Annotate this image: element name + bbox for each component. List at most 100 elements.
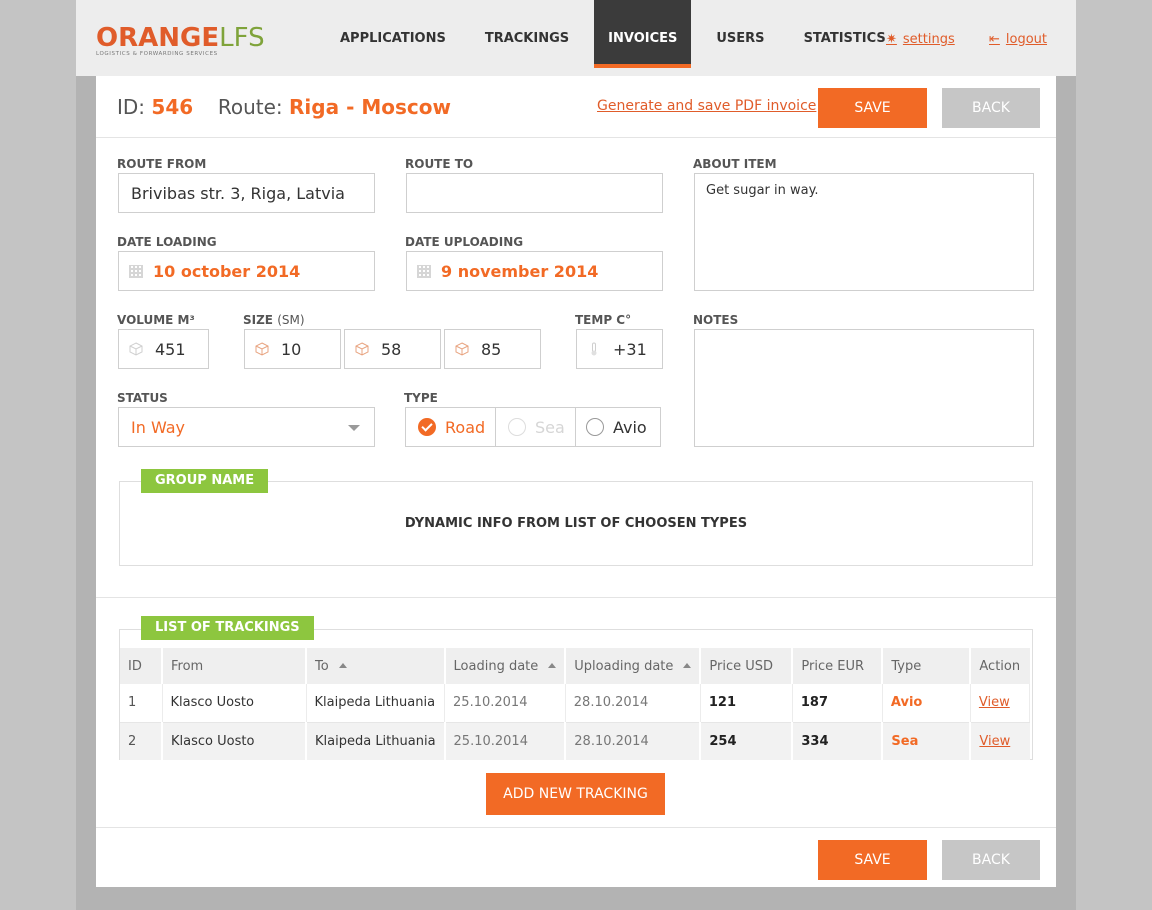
list-of-trackings-tag: LIST OF TRACKINGS [141, 616, 314, 640]
calendar-icon [417, 264, 431, 278]
radio-unchecked-icon [586, 418, 604, 436]
back-button[interactable]: BACK [942, 88, 1040, 128]
route-value: Riga - Moscow [289, 95, 451, 119]
col-loading-date[interactable]: Loading date [444, 648, 567, 684]
route-from-input[interactable]: Brivibas str. 3, Riga, Latvia [118, 173, 375, 213]
gear-icon: ✷ [886, 32, 897, 47]
col-uploading-date[interactable]: Uploading date [565, 648, 702, 684]
cell-id: 2 [120, 722, 163, 760]
radio-disabled-icon [508, 418, 526, 436]
cell-from: Klasco Uosto [162, 722, 307, 760]
type-option-sea: Sea [496, 408, 576, 446]
date-loading-label: DATE LOADING [117, 235, 217, 249]
status-select[interactable]: In Way [118, 407, 375, 447]
logo-text-lfs: LFS [219, 23, 265, 53]
nav-invoices[interactable]: INVOICES [594, 0, 692, 68]
view-link[interactable]: View [979, 695, 1010, 710]
type-radio-group: Road Sea Avio [405, 407, 661, 447]
size-value-3: 85 [481, 339, 502, 359]
size-label-text: SIZE [243, 313, 274, 327]
settings-link[interactable]: ✷ settings [886, 32, 955, 47]
background-right [1076, 0, 1152, 910]
nav-applications[interactable]: APPLICATIONS [326, 0, 460, 68]
thermometer-icon [591, 342, 597, 356]
brand-logo[interactable]: ORANGELFS LOGISTICS & FORWARDING SERVICE… [96, 24, 292, 58]
date-loading-input[interactable]: 10 october 2014 [118, 251, 375, 291]
temp-input[interactable]: +31 [576, 329, 663, 369]
col-id: ID [120, 648, 163, 684]
top-header: ORANGELFS LOGISTICS & FORWARDING SERVICE… [76, 0, 1076, 76]
size-input-2[interactable]: 58 [344, 329, 441, 369]
id-value: 546 [151, 95, 194, 119]
route-from-value: Brivibas str. 3, Riga, Latvia [131, 183, 345, 203]
section-divider [96, 597, 1056, 598]
nav-users[interactable]: USERS [702, 0, 778, 68]
type-option-road-label: Road [445, 417, 486, 437]
cube-icon [129, 342, 143, 356]
cell-price-usd: 254 [700, 722, 794, 760]
col-uploading-date-label: Uploading date [574, 658, 674, 674]
about-item-textarea[interactable]: Get sugar in way. [694, 173, 1034, 291]
route-from-label: ROUTE FROM [117, 157, 207, 171]
type-label: TYPE [404, 391, 438, 405]
background-left [0, 0, 76, 910]
nav-trackings[interactable]: TRACKINGS [471, 0, 583, 68]
main-nav: APPLICATIONS TRACKINGS INVOICES USERS ST… [326, 0, 911, 68]
size-input-3[interactable]: 85 [444, 329, 541, 369]
col-to[interactable]: To [306, 648, 446, 684]
status-value: In Way [131, 417, 186, 437]
nav-statistics[interactable]: STATISTICS [790, 0, 900, 68]
about-item-label: ABOUT ITEM [693, 157, 777, 171]
cell-action: View [970, 684, 1031, 723]
panel-footer: SAVE BACK [96, 827, 1056, 887]
size-unit: (SM) [277, 313, 305, 327]
logo-wordmark: ORANGELFS [96, 24, 265, 52]
logout-label: logout [1005, 32, 1048, 47]
group-content: DYNAMIC INFO FROM LIST OF CHOOSEN TYPES [404, 516, 748, 531]
calendar-icon [129, 264, 143, 278]
view-link[interactable]: View [979, 734, 1010, 749]
route-label: Route: [217, 95, 283, 119]
add-new-tracking-button[interactable]: ADD NEW TRACKING [486, 773, 665, 815]
size-input-1[interactable]: 10 [244, 329, 341, 369]
generate-pdf-link[interactable]: Generate and save PDF invoice [597, 98, 816, 114]
cell-price-eur: 334 [792, 722, 884, 760]
table-header-row: ID From To Loading date Uploading date P… [120, 648, 1030, 684]
volume-input[interactable]: 451 [118, 329, 209, 369]
date-uploading-input[interactable]: 9 november 2014 [406, 251, 663, 291]
volume-value: 451 [155, 339, 186, 359]
date-uploading-value: 9 november 2014 [441, 261, 599, 281]
temp-value: +31 [613, 339, 647, 359]
size-value-1: 10 [281, 339, 302, 359]
logout-link[interactable]: ⇤ logout [989, 32, 1047, 47]
col-loading-date-label: Loading date [453, 658, 539, 674]
cube-icon [255, 342, 269, 356]
cell-price-usd: 121 [700, 684, 793, 723]
settings-label: settings [902, 32, 955, 47]
page-title: ID: 546 Route: Riga - Moscow [117, 95, 451, 119]
route-to-input[interactable] [406, 173, 663, 213]
notes-textarea[interactable] [694, 329, 1034, 447]
col-price-eur: Price EUR [792, 648, 884, 684]
radio-checked-icon [418, 418, 436, 436]
invoice-panel: ID: 546 Route: Riga - Moscow Generate an… [96, 76, 1056, 887]
type-option-avio[interactable]: Avio [576, 408, 660, 446]
size-label: SIZE (SM) [243, 313, 305, 327]
date-loading-value: 10 october 2014 [153, 261, 301, 281]
route-to-label: ROUTE TO [405, 157, 474, 171]
save-button-bottom[interactable]: SAVE [818, 840, 927, 880]
cell-to: Klaipeda Lithuania [306, 684, 446, 723]
col-action: Action [970, 648, 1030, 684]
save-button[interactable]: SAVE [818, 88, 927, 128]
cube-icon [455, 342, 469, 356]
id-label: ID: [117, 95, 146, 119]
cell-type: Sea [882, 722, 972, 760]
volume-label: VOLUME M³ [117, 313, 195, 327]
back-button-bottom[interactable]: BACK [942, 840, 1040, 880]
col-to-label: To [315, 658, 329, 674]
cell-uploading-date: 28.10.2014 [565, 684, 701, 723]
cell-id: 1 [120, 684, 163, 723]
status-label: STATUS [117, 391, 168, 405]
group-name-tag: GROUP NAME [141, 469, 269, 493]
type-option-road[interactable]: Road [406, 408, 496, 446]
